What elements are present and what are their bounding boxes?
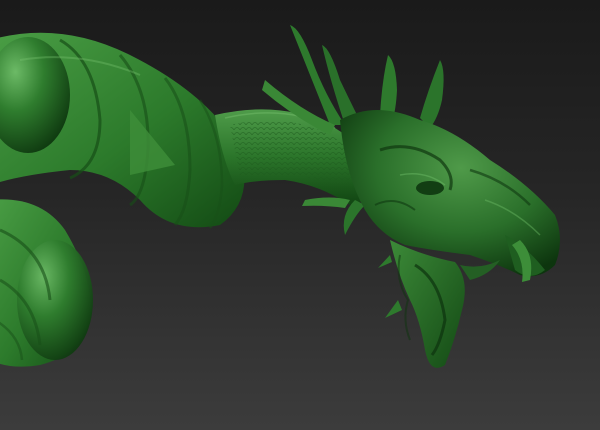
dragon-jaw xyxy=(378,240,500,368)
body-coil-lower xyxy=(0,199,93,367)
sculpt-viewport[interactable] xyxy=(0,0,600,430)
body-coil-upper xyxy=(0,32,245,229)
dragon-head xyxy=(340,110,560,282)
dragon-sculpt-render xyxy=(0,25,560,368)
